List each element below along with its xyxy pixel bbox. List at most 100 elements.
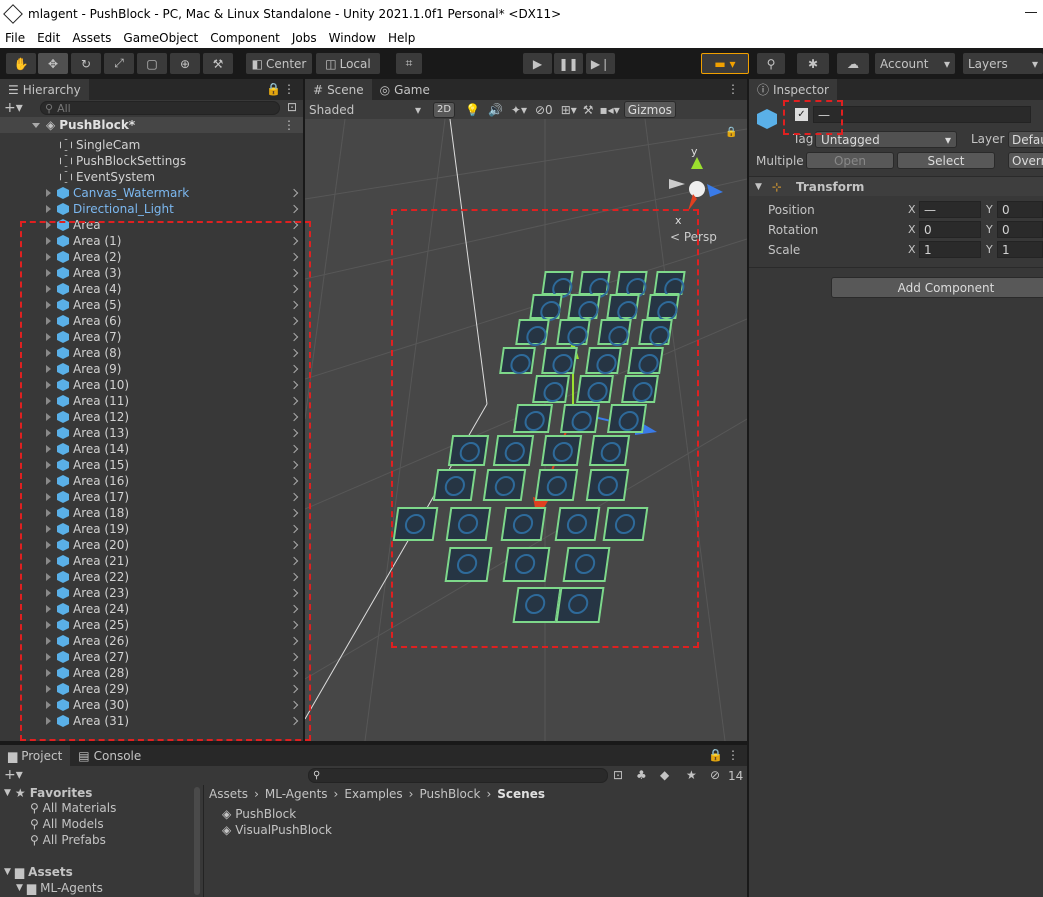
scene-file-item[interactable]: ◈ VisualPushBlock <box>222 823 332 837</box>
hidden-packages-icon[interactable]: ⊘ <box>710 768 720 782</box>
transform-tool-icon[interactable]: ⊕ <box>170 53 200 74</box>
fav-item-all-materials[interactable]: ⚲ All Materials <box>0 801 203 817</box>
kebab-menu-icon[interactable]: ⋮ <box>283 118 295 132</box>
open-button[interactable]: Open <box>806 152 894 169</box>
expand-arrow-icon[interactable] <box>46 189 51 197</box>
scale-tool-icon[interactable]: ⤢ <box>104 53 134 74</box>
collab-button[interactable]: ▬ ▾ <box>701 53 749 74</box>
lock-icon[interactable]: 🔒 <box>266 82 281 96</box>
2d-toggle-button[interactable]: 2D <box>433 101 455 118</box>
open-prefab-chevron-icon[interactable] <box>289 204 299 214</box>
menu-edit[interactable]: Edit <box>37 31 60 45</box>
lock-icon[interactable]: 🔒 <box>725 127 737 138</box>
pivot-local-button[interactable]: ◫ Local <box>316 53 380 74</box>
step-button[interactable]: ▶❘ <box>586 53 615 74</box>
tab-hierarchy[interactable]: ☰ Hierarchy <box>0 79 89 100</box>
favorite-star-icon[interactable]: ★ <box>686 768 697 782</box>
position-y-field[interactable]: 0 <box>997 201 1043 218</box>
pause-button[interactable]: ❚❚ <box>554 53 583 74</box>
hierarchy-item[interactable]: EventSystem <box>0 169 303 185</box>
account-dropdown[interactable]: Account ▾ <box>875 53 955 74</box>
hierarchy-item[interactable]: Canvas_Watermark <box>0 185 303 201</box>
label-icon[interactable]: ◆ <box>660 768 669 782</box>
kebab-menu-icon[interactable]: ⋮ <box>283 82 295 96</box>
add-component-button[interactable]: Add Component <box>831 277 1043 298</box>
select-button[interactable]: Select <box>897 152 995 169</box>
open-prefab-chevron-icon[interactable] <box>289 188 299 198</box>
scene-row[interactable]: ◈ PushBlock* ⋮ <box>0 117 303 133</box>
assets-row[interactable]: ▼ ▆ Assets <box>0 864 203 880</box>
scale-x-field[interactable]: 1 <box>919 241 981 258</box>
search-by-type-icon[interactable]: ⊡ <box>613 768 623 782</box>
services-icon[interactable]: ✱ <box>797 53 829 74</box>
object-name-field[interactable]: — <box>813 106 1031 123</box>
kebab-menu-icon[interactable]: ⋮ <box>727 82 739 96</box>
tab-game[interactable]: ◎ Game <box>372 79 438 100</box>
hand-tool-icon[interactable]: ✋ <box>6 53 36 74</box>
overrides-button[interactable]: Overr <box>1008 152 1043 169</box>
tools-icon[interactable]: ⚒ <box>583 103 594 117</box>
expand-arrow-icon[interactable] <box>46 205 51 213</box>
minimize-icon[interactable] <box>1025 12 1037 13</box>
hidden-objects-icon[interactable]: ⊘ <box>535 103 545 117</box>
breadcrumb-scenes[interactable]: Scenes <box>497 787 545 801</box>
cloud-icon[interactable]: ☁ <box>837 53 869 74</box>
menu-component[interactable]: Component <box>210 31 280 45</box>
move-tool-icon[interactable]: ✥ <box>38 53 68 74</box>
breadcrumb-examples[interactable]: Examples <box>344 787 402 801</box>
expand-arrow-icon[interactable] <box>32 122 40 128</box>
tab-scene[interactable]: # Scene <box>305 79 372 100</box>
gizmos-button[interactable]: Gizmos <box>623 101 676 118</box>
rect-tool-icon[interactable]: ▢ <box>137 53 167 74</box>
rotation-x-field[interactable]: 0 <box>919 221 981 238</box>
menu-gameobject[interactable]: GameObject <box>123 31 198 45</box>
project-search-input[interactable]: ⚲ <box>308 768 608 783</box>
add-icon[interactable]: +▾ <box>4 767 23 783</box>
tab-console[interactable]: ▤ Console <box>70 745 149 766</box>
shading-mode-dropdown[interactable]: Shaded ▾ <box>305 103 425 117</box>
transform-header[interactable]: ▼ ⊹ Transform <box>749 176 1043 196</box>
hierarchy-item[interactable]: SingleCam <box>0 137 303 153</box>
hierarchy-item[interactable]: Directional_Light <box>0 201 303 217</box>
tab-project[interactable]: ▆ Project <box>0 745 71 766</box>
breadcrumb-assets[interactable]: Assets <box>209 787 248 801</box>
fav-item-all-prefabs[interactable]: ⚲ All Prefabs <box>0 833 203 849</box>
play-button[interactable]: ▶ <box>523 53 552 74</box>
breadcrumb-pushblock[interactable]: PushBlock <box>419 787 480 801</box>
folder-tree-scrollbar[interactable] <box>194 787 200 895</box>
camera-settings-icon[interactable]: ⊞▾ <box>561 103 577 117</box>
menu-jobs[interactable]: Jobs <box>292 31 317 45</box>
grid-snap-icon[interactable]: ⌗ <box>396 53 422 74</box>
fav-item-all-models[interactable]: ⚲ All Models <box>0 817 203 833</box>
search-icon[interactable]: ⚲ <box>757 53 785 74</box>
hierarchy-item[interactable]: PushBlockSettings <box>0 153 303 169</box>
rotation-y-field[interactable]: 0 <box>997 221 1043 238</box>
favorites-row[interactable]: ▼ ★ Favorites <box>0 785 203 801</box>
filter-icon[interactable]: ♣ <box>636 768 647 782</box>
menu-file[interactable]: File <box>5 31 25 45</box>
lighting-icon[interactable]: 💡 <box>465 103 480 117</box>
menu-window[interactable]: Window <box>329 31 376 45</box>
layers-dropdown[interactable]: Layers ▾ <box>963 53 1043 74</box>
effects-icon[interactable]: ✦▾ <box>511 103 527 117</box>
console-icon: ▤ <box>78 748 90 763</box>
menu-assets[interactable]: Assets <box>72 31 111 45</box>
layer-dropdown[interactable]: Defau <box>1008 131 1043 148</box>
camera-icon[interactable]: ▪◂▾ <box>600 103 620 117</box>
add-icon[interactable]: +▾ <box>4 100 23 116</box>
audio-icon[interactable]: 🔊 <box>488 103 503 117</box>
scale-y-field[interactable]: 1 <box>997 241 1043 258</box>
breadcrumb-ml-agents[interactable]: ML-Agents <box>265 787 328 801</box>
scene-file-item[interactable]: ◈ PushBlock <box>222 807 296 821</box>
rotate-tool-icon[interactable]: ↻ <box>71 53 101 74</box>
tab-inspector[interactable]: ⓘ Inspector <box>749 79 837 100</box>
hierarchy-search-input[interactable]: ⚲ All <box>40 101 280 115</box>
position-x-field[interactable]: — <box>919 201 981 218</box>
custom-tool-icon[interactable]: ⚒ <box>203 53 233 74</box>
search-options-icon[interactable]: ⊡ <box>287 100 297 114</box>
kebab-menu-icon[interactable]: ⋮ <box>727 748 739 762</box>
lock-icon[interactable]: 🔒 <box>708 748 723 762</box>
menu-help[interactable]: Help <box>388 31 415 45</box>
pivot-center-button[interactable]: ◧ Center <box>246 53 312 74</box>
ml-agents-folder-row[interactable]: ▼ ▆ ML-Agents <box>0 880 203 896</box>
